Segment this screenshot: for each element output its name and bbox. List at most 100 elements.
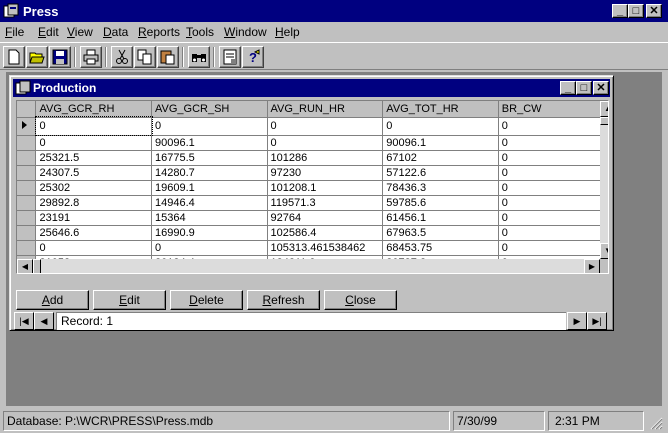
child-maximize-button[interactable]: □ bbox=[576, 81, 592, 95]
column-header[interactable]: BR_CW bbox=[498, 101, 608, 118]
grid-cell[interactable]: 67963.5 bbox=[382, 225, 499, 241]
vertical-scroll-thumb[interactable] bbox=[600, 117, 608, 125]
paste-button[interactable] bbox=[157, 46, 179, 68]
help-button[interactable]: ? bbox=[242, 46, 264, 68]
scroll-up-button[interactable]: ▲ bbox=[600, 101, 608, 117]
table-row[interactable]: 0 0 105313.461538462 68453.75 0 bbox=[17, 240, 608, 256]
grid-cell[interactable]: 101208.1 bbox=[267, 180, 384, 196]
horizontal-scrollbar[interactable]: ◀ ▶ bbox=[17, 259, 600, 273]
find-button[interactable] bbox=[188, 46, 210, 68]
menu-file[interactable]: File bbox=[5, 25, 24, 39]
table-row[interactable]: 25321.5 16775.5 101286 67102 0 bbox=[17, 150, 608, 166]
grid-cell[interactable]: 0 bbox=[35, 240, 152, 256]
grid-cell[interactable]: 0 bbox=[382, 117, 499, 136]
grid-cell[interactable]: 90096.1 bbox=[382, 135, 499, 151]
resize-grip[interactable] bbox=[649, 416, 663, 430]
grid-cell[interactable]: 25321.5 bbox=[35, 150, 152, 166]
prev-record-button[interactable]: ◀ bbox=[34, 312, 54, 330]
open-button[interactable] bbox=[26, 46, 48, 68]
row-selector[interactable] bbox=[17, 240, 37, 256]
grid-cell[interactable]: 61456.1 bbox=[382, 210, 499, 226]
next-record-button[interactable]: ▶ bbox=[567, 312, 587, 330]
refresh-button[interactable]: Refresh bbox=[247, 290, 320, 310]
grid-cell[interactable]: 0 bbox=[498, 180, 608, 196]
row-selector[interactable] bbox=[17, 117, 37, 136]
table-row[interactable]: 29892.8 14946.4 119571.3 59785.6 0 bbox=[17, 195, 608, 211]
grid-cell[interactable]: 0 bbox=[151, 117, 268, 136]
menu-view[interactable]: View bbox=[67, 25, 93, 39]
grid-cell[interactable]: 97230 bbox=[267, 165, 384, 181]
menu-tools[interactable]: Tools bbox=[186, 25, 214, 39]
grid-cell[interactable]: 25302 bbox=[35, 180, 152, 196]
horizontal-scroll-thumb[interactable] bbox=[33, 259, 41, 273]
grid-cell[interactable]: 0 bbox=[498, 225, 608, 241]
production-title-bar[interactable]: Production _ □ ✕ bbox=[13, 79, 610, 97]
add-button[interactable]: Add bbox=[16, 290, 89, 310]
grid-cell[interactable]: 0 bbox=[267, 117, 384, 136]
grid-cell[interactable]: 15364 bbox=[151, 210, 268, 226]
grid-cell[interactable]: 0 bbox=[151, 240, 268, 256]
grid-cell[interactable]: 102586.4 bbox=[267, 225, 384, 241]
grid-cell[interactable]: 16990.9 bbox=[151, 225, 268, 241]
scroll-right-button[interactable]: ▶ bbox=[584, 259, 600, 273]
row-selector[interactable] bbox=[17, 225, 37, 241]
last-record-button[interactable]: ▶| bbox=[587, 312, 607, 330]
row-selector[interactable] bbox=[17, 135, 37, 151]
save-button[interactable] bbox=[49, 46, 71, 68]
row-selector[interactable] bbox=[17, 195, 37, 211]
properties-button[interactable] bbox=[219, 46, 241, 68]
close-button[interactable]: ✕ bbox=[646, 4, 662, 18]
grid-cell[interactable]: 29892.8 bbox=[35, 195, 152, 211]
table-row[interactable]: 00000 bbox=[17, 116, 608, 136]
scroll-left-button[interactable]: ◀ bbox=[17, 259, 33, 273]
grid-cell[interactable]: 0 bbox=[498, 165, 608, 181]
first-record-button[interactable]: |◀ bbox=[14, 312, 34, 330]
row-selector[interactable] bbox=[17, 180, 37, 196]
grid-cell[interactable]: 0 bbox=[498, 117, 608, 136]
table-row[interactable]: 25302 19609.1 101208.1 78436.3 0 bbox=[17, 180, 608, 196]
grid-cell[interactable]: 0 bbox=[34, 116, 153, 136]
row-selector[interactable] bbox=[17, 165, 37, 181]
grid-cell[interactable]: 0 bbox=[35, 135, 152, 151]
edit-button[interactable]: Edit bbox=[93, 290, 166, 310]
grid-cell[interactable]: 90096.1 bbox=[151, 135, 268, 151]
grid-cell[interactable]: 0 bbox=[267, 135, 384, 151]
column-header[interactable]: AVG_GCR_SH bbox=[151, 101, 268, 118]
menu-data[interactable]: Data bbox=[103, 25, 128, 39]
grid-cell[interactable]: 59785.6 bbox=[382, 195, 499, 211]
grid-cell[interactable]: 68453.75 bbox=[382, 240, 499, 256]
grid-cell[interactable]: 24307.5 bbox=[35, 165, 152, 181]
child-minimize-button[interactable]: _ bbox=[560, 81, 576, 95]
data-grid[interactable]: AVG_GCR_RH AVG_GCR_SH AVG_RUN_HR AVG_TOT_HR… bbox=[16, 100, 609, 274]
grid-cell[interactable]: 14946.4 bbox=[151, 195, 268, 211]
menu-reports[interactable]: Reports bbox=[138, 25, 180, 39]
cut-button[interactable] bbox=[111, 46, 133, 68]
copy-button[interactable] bbox=[134, 46, 156, 68]
close-form-button[interactable]: Close bbox=[324, 290, 397, 310]
grid-cell[interactable]: 57122.6 bbox=[382, 165, 499, 181]
vertical-scrollbar[interactable]: ▲ ▼ bbox=[600, 101, 608, 259]
grid-cell[interactable]: 67102 bbox=[382, 150, 499, 166]
row-selector[interactable] bbox=[17, 150, 37, 166]
grid-cell[interactable]: 25646.6 bbox=[35, 225, 152, 241]
menu-help[interactable]: Help bbox=[275, 25, 300, 39]
grid-cell[interactable]: 14280.7 bbox=[151, 165, 268, 181]
grid-cell[interactable]: 0 bbox=[498, 210, 608, 226]
grid-cell[interactable]: 23191 bbox=[35, 210, 152, 226]
grid-cell[interactable]: 92764 bbox=[267, 210, 384, 226]
row-selector[interactable] bbox=[17, 210, 37, 226]
menu-window[interactable]: Window bbox=[224, 25, 267, 39]
app-title-bar[interactable]: Press _ □ ✕ bbox=[0, 0, 668, 22]
grid-cell[interactable]: 0 bbox=[498, 135, 608, 151]
grid-cell[interactable]: 0 bbox=[498, 195, 608, 211]
grid-cell[interactable]: 0 bbox=[498, 240, 608, 256]
column-header[interactable]: AVG_RUN_HR bbox=[267, 101, 384, 118]
child-close-button[interactable]: ✕ bbox=[593, 81, 609, 95]
grid-cell[interactable]: 119571.3 bbox=[267, 195, 384, 211]
column-header[interactable]: AVG_GCR_RH bbox=[35, 101, 152, 118]
table-row[interactable]: 23191 15364 92764 61456.1 0 bbox=[17, 210, 608, 226]
new-button[interactable] bbox=[3, 46, 25, 68]
grid-cell[interactable]: 19609.1 bbox=[151, 180, 268, 196]
table-row[interactable]: 0 90096.1 0 90096.1 0 bbox=[17, 135, 608, 151]
grid-cell[interactable]: 105313.461538462 bbox=[267, 240, 384, 256]
